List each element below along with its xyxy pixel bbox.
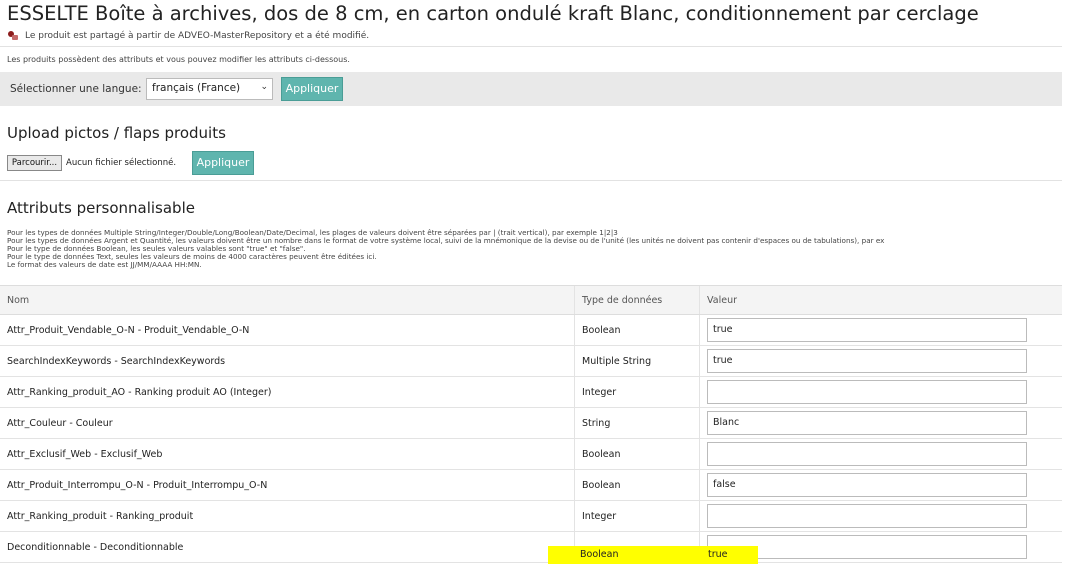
- attribute-value-cell: true: [699, 314, 1062, 346]
- divider: [0, 180, 1062, 181]
- attribute-type: String: [574, 407, 700, 439]
- upload-heading: Upload pictos / flaps produits: [7, 124, 226, 142]
- attribute-value-input[interactable]: true: [707, 349, 1027, 373]
- attribute-value-input[interactable]: [707, 442, 1027, 466]
- upload-apply-button[interactable]: Appliquer: [192, 151, 254, 175]
- attributes-table: Nom Type de données Valeur Attr_Produit_…: [0, 285, 1062, 563]
- table-row: Deconditionnable - Deconditionnable: [0, 531, 1062, 563]
- browse-file-button[interactable]: Parcourir...: [7, 155, 62, 171]
- highlighted-attribute-type: Boolean: [580, 549, 619, 560]
- table-row: Attr_Couleur - Couleur String Blanc: [0, 407, 1062, 439]
- attribute-name: Attr_Exclusif_Web - Exclusif_Web: [0, 438, 575, 470]
- language-label: Sélectionner une langue:: [10, 83, 142, 95]
- attribute-value-cell: [699, 376, 1062, 408]
- attribute-name: Attr_Couleur - Couleur: [0, 407, 575, 439]
- language-bar: Sélectionner une langue: français (Franc…: [0, 72, 1062, 106]
- attribute-value-input[interactable]: [707, 504, 1027, 528]
- attribute-value-cell: Blanc: [699, 407, 1062, 439]
- highlighted-attribute-value[interactable]: true: [708, 546, 728, 564]
- attribute-type: Multiple String: [574, 345, 700, 377]
- table-header-row: Nom Type de données Valeur: [0, 285, 1062, 315]
- attribute-value-cell: false: [699, 469, 1062, 501]
- highlight-marker: [548, 546, 700, 564]
- attribute-value-input[interactable]: false: [707, 473, 1027, 497]
- column-header-name: Nom: [0, 285, 575, 315]
- shared-product-icon: [7, 30, 18, 41]
- file-status: Aucun fichier sélectionné.: [66, 158, 177, 168]
- column-header-type: Type de données: [574, 285, 700, 315]
- attributes-instructions: Pour les types de données Multiple Strin…: [7, 229, 884, 269]
- table-row: Attr_Exclusif_Web - Exclusif_Web Boolean: [0, 438, 1062, 470]
- attributes-heading: Attributs personnalisable: [7, 199, 195, 217]
- language-selected-value: français (France): [152, 82, 241, 94]
- language-select[interactable]: français (France) ⌄: [146, 78, 273, 100]
- page-title: ESSELTE Boîte à archives, dos de 8 cm, e…: [7, 2, 979, 25]
- attribute-value-input[interactable]: [707, 380, 1027, 404]
- shared-notice-text: Le produit est partagé à partir de ADVEO…: [25, 30, 370, 41]
- table-row: SearchIndexKeywords - SearchIndexKeyword…: [0, 345, 1062, 377]
- attribute-name: Attr_Ranking_produit - Ranking_produit: [0, 500, 575, 532]
- attribute-name: Attr_Produit_Interrompu_O-N - Produit_In…: [0, 469, 575, 501]
- attribute-type: Integer: [574, 376, 700, 408]
- attribute-value-input[interactable]: Blanc: [707, 411, 1027, 435]
- attribute-type: Boolean: [574, 314, 700, 346]
- chevron-down-icon: ⌄: [260, 82, 268, 92]
- attribute-name: SearchIndexKeywords - SearchIndexKeyword…: [0, 345, 575, 377]
- table-row: Attr_Ranking_produit_AO - Ranking produi…: [0, 376, 1062, 408]
- attribute-type: Boolean: [574, 469, 700, 501]
- divider: [0, 46, 1062, 47]
- instruction-line: Le format des valeurs de date est JJ/MM/…: [7, 260, 202, 269]
- shared-notice: Le produit est partagé à partir de ADVEO…: [7, 30, 369, 41]
- attribute-value-cell: true: [699, 345, 1062, 377]
- table-row: Attr_Produit_Vendable_O-N - Produit_Vend…: [0, 314, 1062, 346]
- attribute-value-input[interactable]: true: [707, 318, 1027, 342]
- attribute-type: Boolean: [574, 438, 700, 470]
- column-header-value: Valeur: [699, 285, 1062, 315]
- attribute-value-cell: [699, 500, 1062, 532]
- attribute-name: Attr_Produit_Vendable_O-N - Produit_Vend…: [0, 314, 575, 346]
- attribute-name: Deconditionnable - Deconditionnable: [0, 531, 575, 563]
- attribute-value-cell: [699, 438, 1062, 470]
- attributes-notice: Les produits possèdent des attributs et …: [7, 55, 350, 64]
- attribute-name: Attr_Ranking_produit_AO - Ranking produi…: [0, 376, 575, 408]
- language-apply-button[interactable]: Appliquer: [281, 77, 343, 101]
- attribute-type: Integer: [574, 500, 700, 532]
- table-row: Attr_Ranking_produit - Ranking_produit I…: [0, 500, 1062, 532]
- table-row: Attr_Produit_Interrompu_O-N - Produit_In…: [0, 469, 1062, 501]
